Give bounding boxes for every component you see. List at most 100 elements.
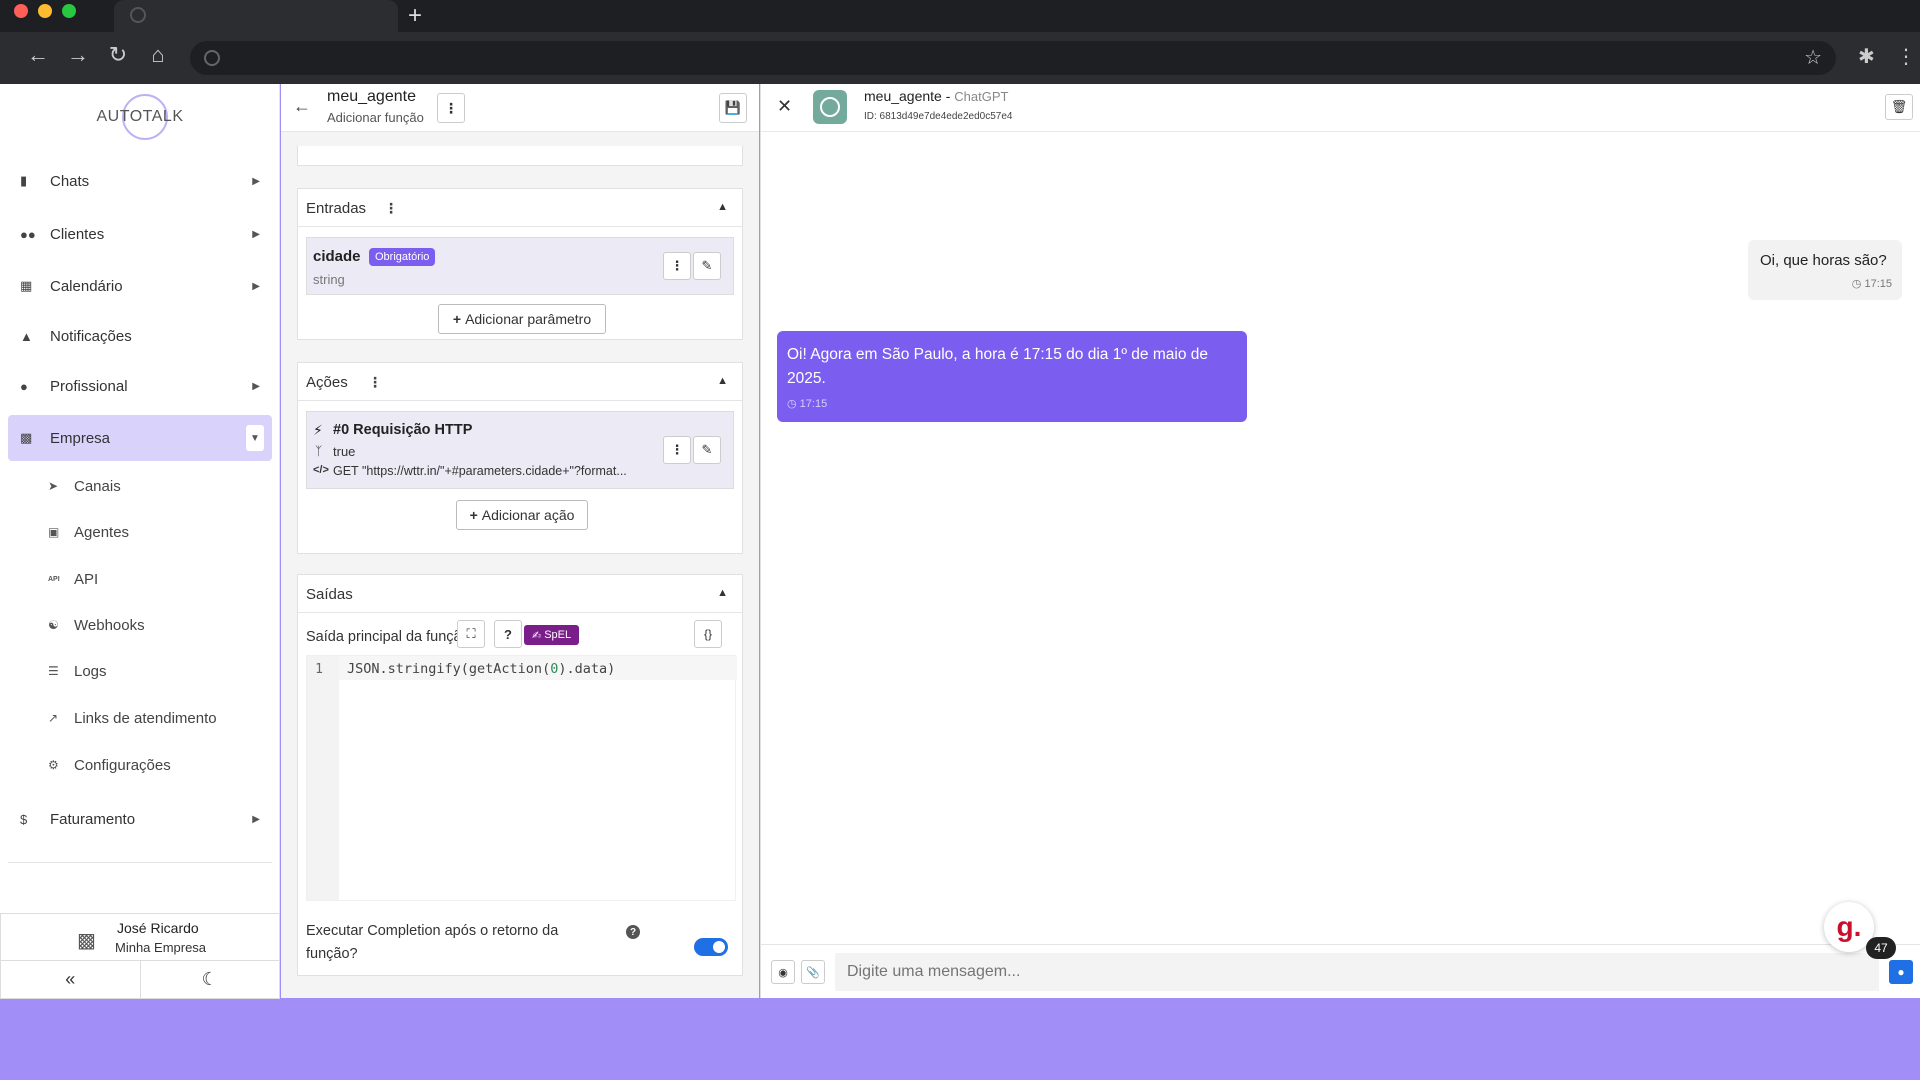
home-icon[interactable]: ⌂ <box>142 42 174 68</box>
add-parameter-label: Adicionar parâmetro <box>465 311 592 327</box>
globe-icon <box>130 7 146 23</box>
completion-label: Executar Completion após o retorno da fu… <box>306 920 606 966</box>
add-parameter-button[interactable]: + Adicionar parâmetro <box>438 304 606 334</box>
sidebar-footer: « ☾ <box>0 961 280 999</box>
microphone-icon[interactable]: ● <box>1889 960 1913 984</box>
braces-icon[interactable]: {} <box>694 620 722 648</box>
trash-icon[interactable]: 🗑 <box>1885 94 1913 120</box>
help-icon[interactable]: ? <box>494 620 522 648</box>
collapse-sidebar-icon[interactable]: « <box>1 961 141 998</box>
sidebar-subitem-agentes[interactable]: ▣ Agentes <box>48 517 129 547</box>
magic-icon: ✍ <box>532 629 542 642</box>
message-time-text: 17:15 <box>799 398 828 410</box>
fullscreen-icon[interactable]: ⛶ <box>457 620 485 648</box>
sidebar-item-calendario[interactable]: ▦ Calendário ▶ <box>8 263 272 309</box>
maximize-window-button[interactable] <box>62 4 76 18</box>
widget-count: 47 <box>1874 941 1888 955</box>
menu-icon[interactable]: ⋮ <box>1896 44 1916 69</box>
action-item[interactable]: ⚡ #0 Requisição HTTP ᛉ true </> GET "htt… <box>306 411 734 489</box>
sidebar-subitem-label: API <box>74 570 99 588</box>
back-icon[interactable]: ← <box>22 42 54 68</box>
collapse-caret-icon[interactable]: ▲ <box>717 201 728 213</box>
collapse-caret-icon[interactable]: ▲ <box>717 587 728 599</box>
sidebar-subitem-logs[interactable]: ☰ Logs <box>48 656 107 686</box>
sidebar-item-label: Profissional <box>50 377 128 395</box>
close-icon[interactable]: ✕ <box>777 96 792 117</box>
save-icon[interactable]: 💾 <box>719 93 747 123</box>
actions-card-header[interactable]: Ações ⋮ ▲ <box>298 363 742 401</box>
sidebar-item-empresa[interactable]: ▩ Empresa ▼ <box>8 415 272 461</box>
message-input[interactable] <box>835 953 1879 991</box>
bolt-icon: ⚡ <box>313 422 323 438</box>
sidebar-subitem-configuracoes[interactable]: ⚙ Configurações <box>48 750 171 780</box>
action-request: GET "https://wttr.in/"+#parameters.cidad… <box>333 464 627 478</box>
extensions-icon[interactable]: ✱ <box>1858 44 1875 69</box>
edit-icon[interactable]: ✎ <box>693 436 721 464</box>
bot-message: Oi! Agora em São Paulo, a hora é 17:15 d… <box>777 331 1247 422</box>
forward-icon[interactable]: → <box>62 42 94 68</box>
clock-icon: ◷ <box>1851 278 1862 290</box>
address-bar[interactable]: ☆ <box>190 41 1836 75</box>
code-editor[interactable]: 1 JSON.stringify(getAction(0).data) <box>306 655 737 901</box>
actions-card: Ações ⋮ ▲ ⚡ #0 Requisição HTTP ᛉ true </… <box>297 362 743 554</box>
user-message: Oi, que horas são? ◷ 17:15 <box>1748 240 1902 300</box>
more-options-icon[interactable]: ⋮ <box>368 374 382 391</box>
action-options-button[interactable]: ⋮ <box>663 436 691 464</box>
function-editor: ← meu_agente Adicionar função ⋮ 💾 Entrad… <box>281 84 759 998</box>
spel-badge[interactable]: ✍ SpEL <box>524 625 580 645</box>
code-segment: ).data) <box>558 661 616 677</box>
dark-mode-icon[interactable]: ☾ <box>141 961 280 998</box>
sidebar-subitem-label: Logs <box>74 662 107 680</box>
parameter-options-button[interactable]: ⋮ <box>663 252 691 280</box>
sidebar-subitem-label: Canais <box>74 477 121 495</box>
sidebar-item-label: Faturamento <box>50 810 136 828</box>
inputs-card-header[interactable]: Entradas ⋮ ▲ <box>298 189 742 227</box>
edit-icon[interactable]: ✎ <box>693 252 721 280</box>
line-number: 1 <box>315 662 323 677</box>
widget-letter: g. <box>1836 911 1862 942</box>
completion-label-line: Executar Completion após o retorno da <box>306 923 559 939</box>
sidebar-subitem-links[interactable]: ↗ Links de atendimento <box>48 703 217 733</box>
parameter-item[interactable]: cidade Obrigatório string ⋮ ✎ <box>306 237 734 295</box>
building-icon: ▩ <box>20 430 33 445</box>
message-time: ◷ 17:15 <box>787 397 1237 410</box>
sidebar-subitem-webhooks[interactable]: ☯ Webhooks <box>48 610 145 640</box>
sidebar-item-chats[interactable]: ▮ Chats ▶ <box>8 158 272 204</box>
code-icon: </> <box>313 464 329 476</box>
add-action-button[interactable]: + Adicionar ação <box>456 500 588 530</box>
question-circle-icon[interactable]: ? <box>626 925 640 939</box>
star-icon[interactable]: ☆ <box>1804 45 1822 70</box>
collapse-caret-icon[interactable]: ▲ <box>717 375 728 387</box>
sidebar-subitem-canais[interactable]: ➤ Canais <box>48 471 121 501</box>
attachment-icon[interactable]: 📎 <box>801 960 825 984</box>
editor-subtitle: Adicionar função <box>327 110 424 125</box>
completion-toggle[interactable] <box>694 938 728 956</box>
sidebar-subitem-api[interactable]: API API <box>48 564 98 594</box>
sidebar-item-profissional[interactable]: ● Profissional ▶ <box>8 363 272 409</box>
sidebar-item-faturamento[interactable]: $ Faturamento ▶ <box>8 796 272 842</box>
close-window-button[interactable] <box>14 4 28 18</box>
more-options-button[interactable]: ⋮ <box>437 93 465 123</box>
back-arrow-icon[interactable]: ← <box>293 96 311 117</box>
camera-icon[interactable]: ◉ <box>771 960 795 984</box>
minimize-window-button[interactable] <box>38 4 52 18</box>
chat-input-bar: ◉ 📎 ● <box>761 944 1920 998</box>
browser-tab[interactable] <box>114 0 398 32</box>
outputs-card-header[interactable]: Saídas ▲ <box>298 575 742 613</box>
code-text: JSON.stringify(getAction(0).data) <box>347 661 615 677</box>
sidebar-item-notificacoes[interactable]: ▲ Notificações <box>8 313 272 359</box>
caret-right-icon: ▶ <box>252 228 260 240</box>
new-tab-button[interactable]: + <box>408 2 422 30</box>
sidebar-item-clientes[interactable]: ●● Clientes ▶ <box>8 211 272 257</box>
more-options-icon[interactable]: ⋮ <box>384 200 398 217</box>
caret-down-icon[interactable]: ▼ <box>246 425 264 451</box>
code-gutter: 1 <box>307 656 339 900</box>
sidebar-subitem-label: Links de atendimento <box>74 709 217 727</box>
reload-icon[interactable]: ↻ <box>102 42 134 68</box>
user-profile[interactable]: ▩ José Ricardo Minha Empresa <box>0 913 280 961</box>
inputs-title: Entradas <box>306 200 367 217</box>
webhook-icon: ☯ <box>48 618 59 632</box>
external-link-icon: ↗ <box>48 711 59 725</box>
rocket-icon: ➤ <box>48 479 59 493</box>
parameter-type: string <box>313 272 345 287</box>
